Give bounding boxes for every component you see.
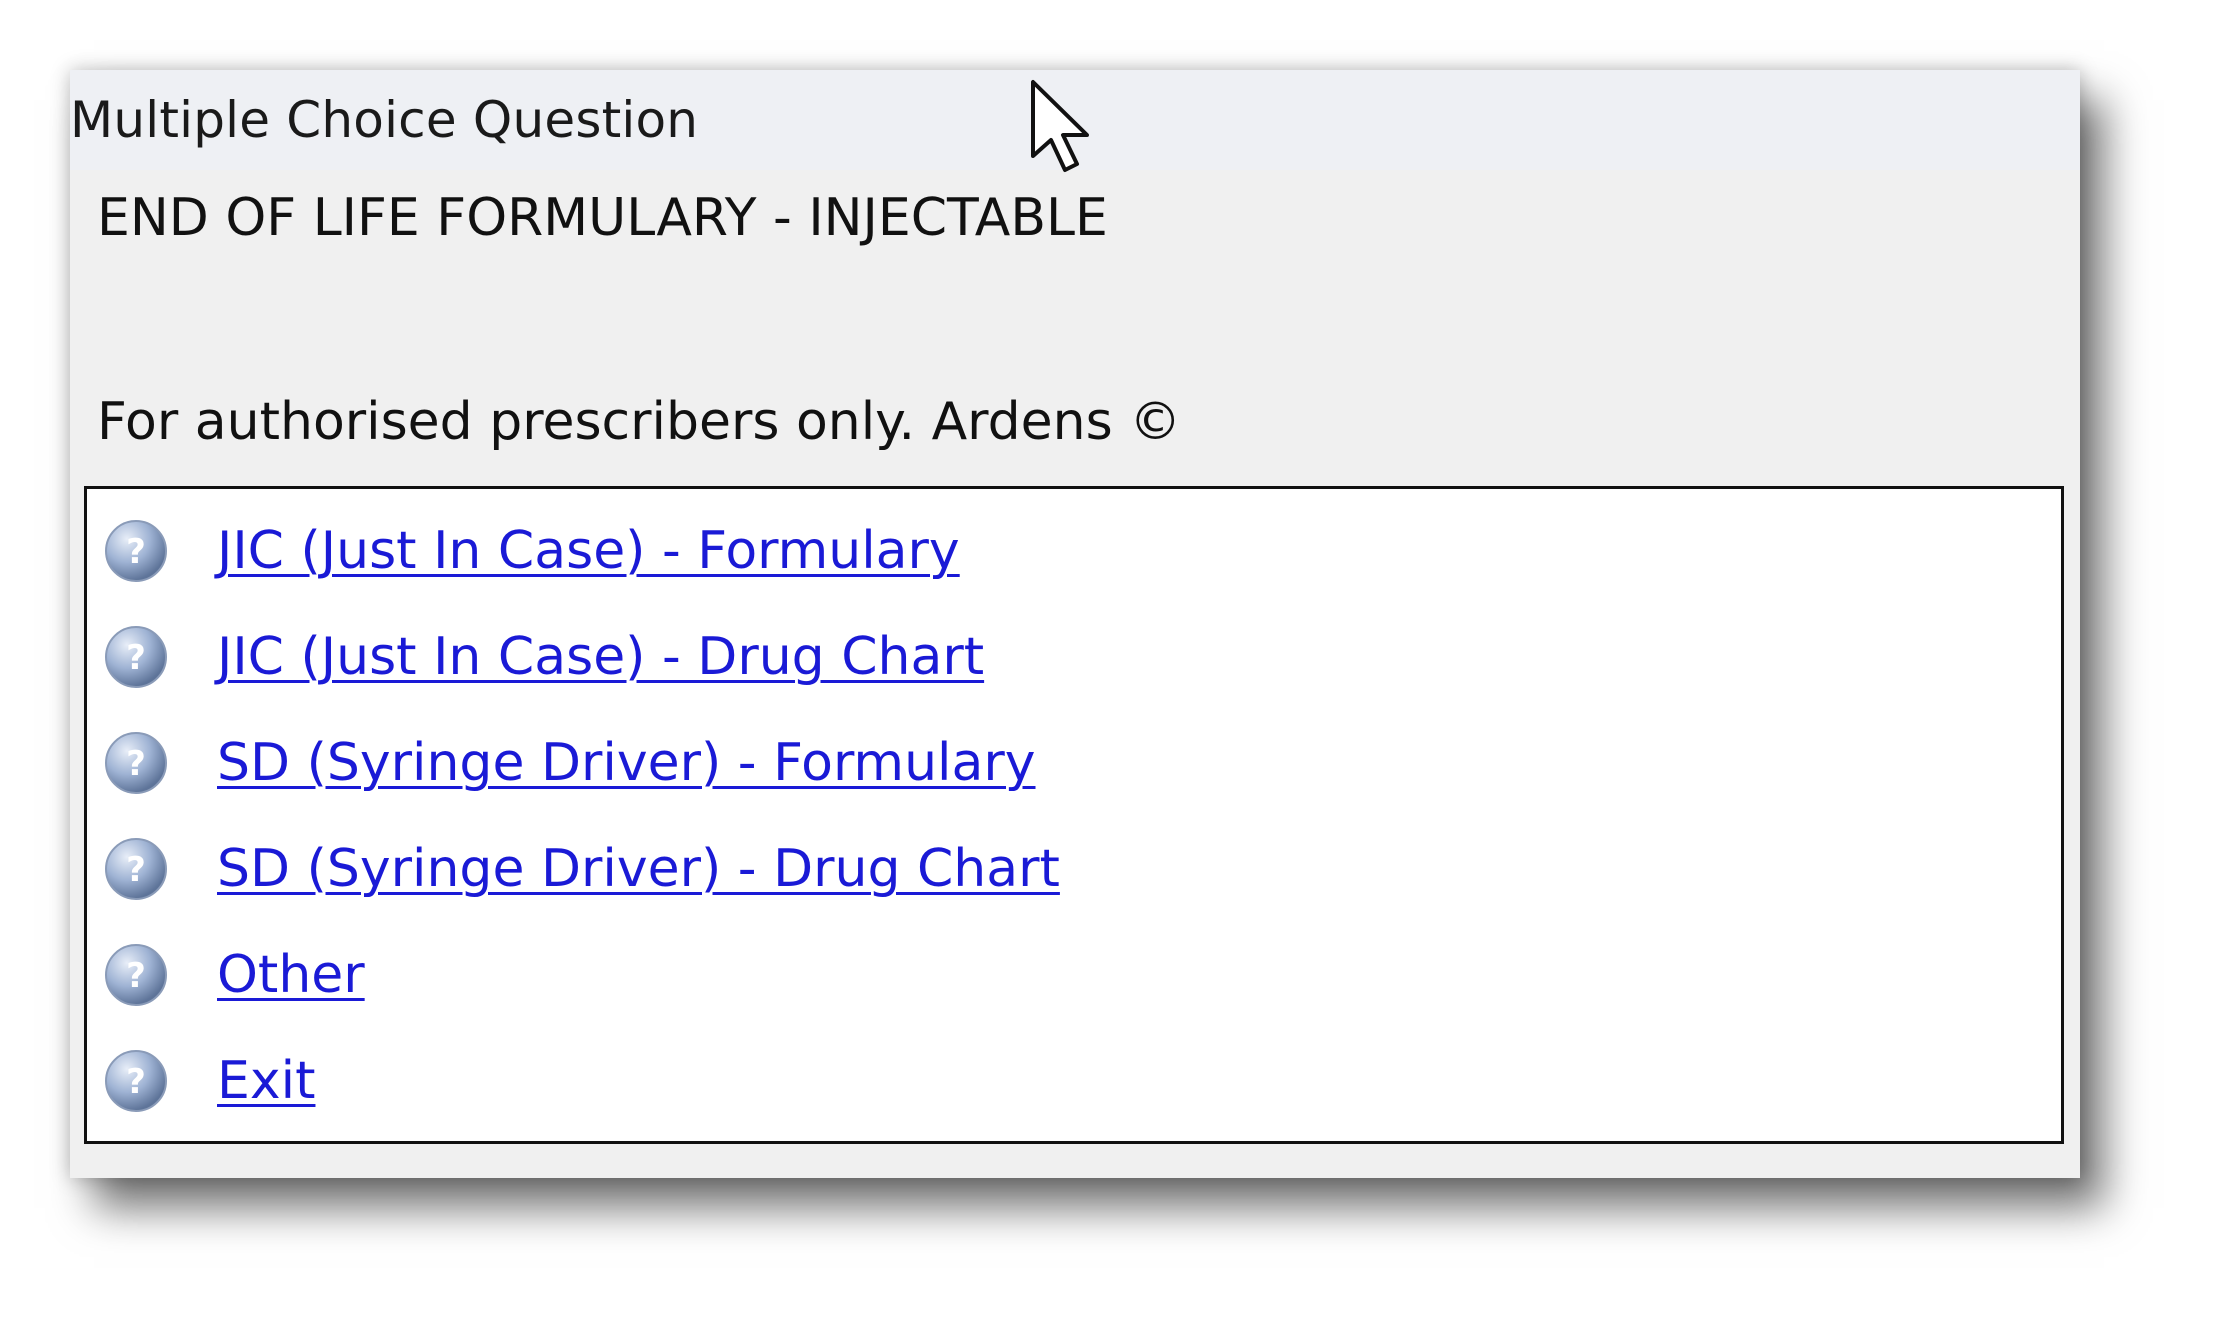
question-icon: ? [105, 520, 167, 582]
question-icon: ? [105, 732, 167, 794]
prescriber-notice: For authorised prescribers only. Ardens … [97, 392, 1182, 452]
svg-text:?: ? [126, 744, 146, 784]
option-link[interactable]: SD (Syringe Driver) - Formulary [217, 733, 1036, 793]
window-title: Multiple Choice Question [70, 91, 699, 149]
option-jic-formulary[interactable]: ? JIC (Just In Case) - Formulary [87, 501, 2061, 601]
option-link[interactable]: SD (Syringe Driver) - Drug Chart [217, 839, 1060, 899]
multiple-choice-dialog: Multiple Choice Question END OF LIFE FOR… [70, 70, 2080, 1178]
question-icon: ? [105, 1050, 167, 1112]
svg-text:?: ? [126, 1062, 146, 1102]
option-link[interactable]: Exit [217, 1051, 315, 1111]
svg-text:?: ? [126, 532, 146, 572]
option-link[interactable]: JIC (Just In Case) - Drug Chart [217, 627, 984, 687]
svg-text:?: ? [126, 638, 146, 678]
question-icon: ? [105, 838, 167, 900]
option-link[interactable]: Other [217, 945, 365, 1005]
mouse-cursor-icon [1031, 80, 1089, 172]
svg-text:?: ? [126, 850, 146, 890]
question-icon: ? [105, 626, 167, 688]
option-link[interactable]: JIC (Just In Case) - Formulary [217, 521, 960, 581]
option-other[interactable]: ? Other [87, 925, 2061, 1025]
options-list: ? JIC (Just In Case) - Formulary ? JIC (… [84, 486, 2064, 1144]
option-sd-drug-chart[interactable]: ? SD (Syringe Driver) - Drug Chart [87, 819, 2061, 919]
question-icon: ? [105, 944, 167, 1006]
option-sd-formulary[interactable]: ? SD (Syringe Driver) - Formulary [87, 713, 2061, 813]
dialog-heading: END OF LIFE FORMULARY - INJECTABLE [97, 188, 1108, 248]
option-jic-drug-chart[interactable]: ? JIC (Just In Case) - Drug Chart [87, 607, 2061, 707]
option-exit[interactable]: ? Exit [87, 1031, 2061, 1131]
svg-text:?: ? [126, 956, 146, 996]
